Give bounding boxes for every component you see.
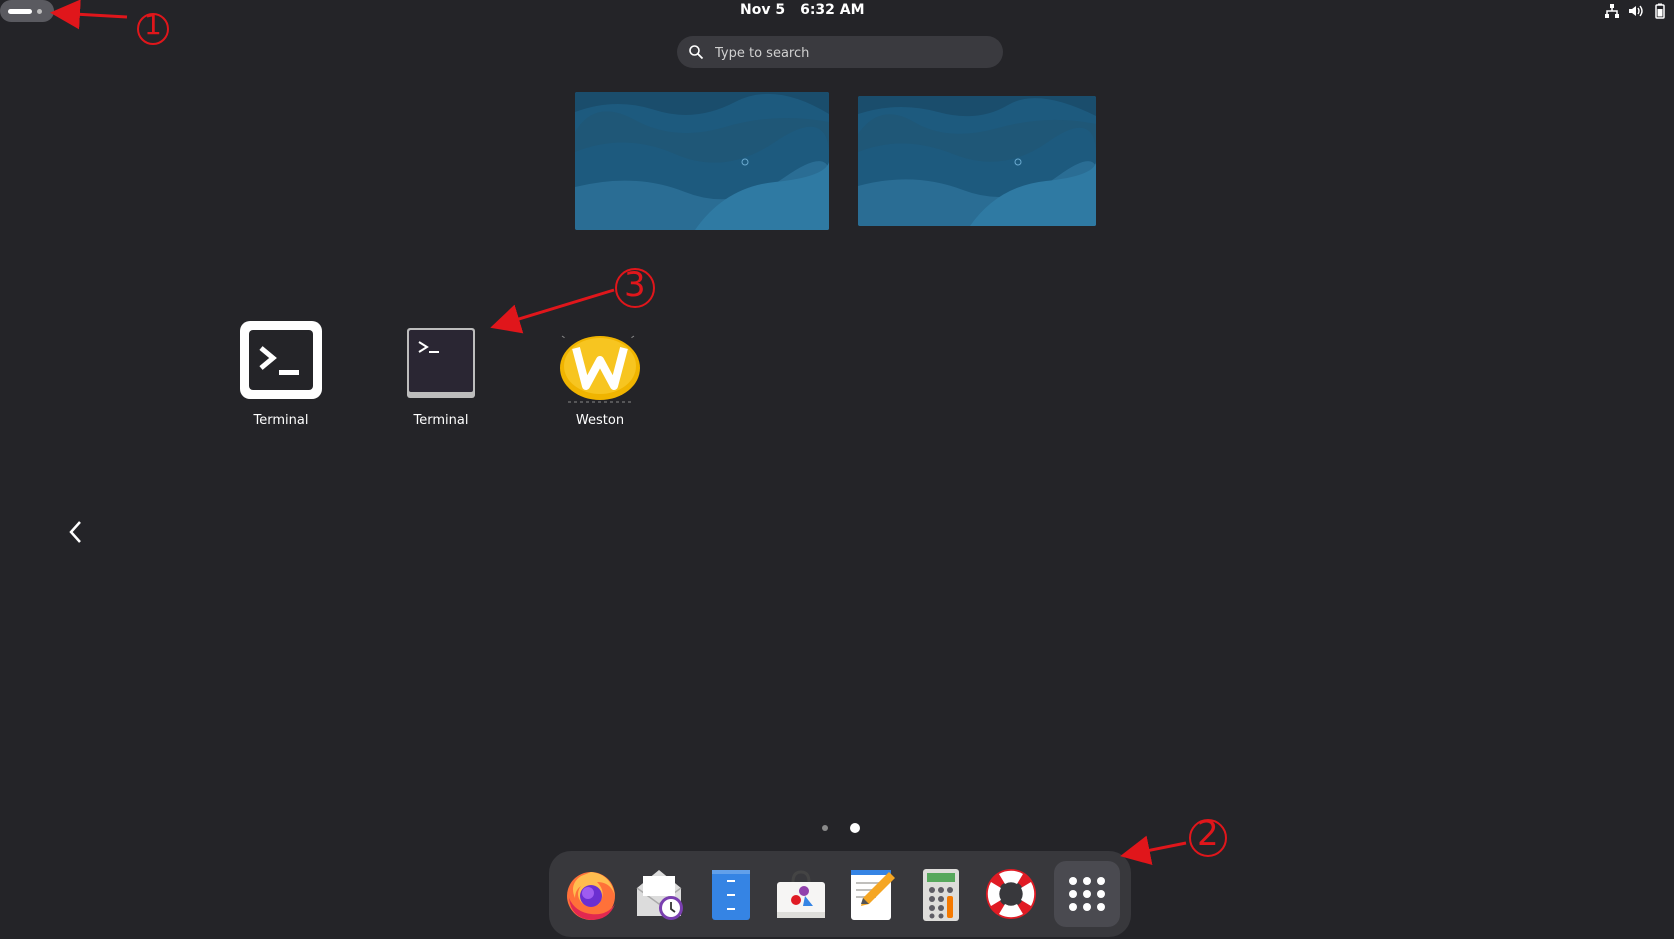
annotation-label-2: 2 <box>1197 814 1219 854</box>
annotation-label-3: 3 <box>624 265 646 305</box>
desktop-overview: Nov 5 6:32 AM Type to search Terminal Te… <box>0 0 1674 939</box>
annotation-overlay <box>50 0 1227 866</box>
annotation-label-1: 1 <box>144 8 162 41</box>
